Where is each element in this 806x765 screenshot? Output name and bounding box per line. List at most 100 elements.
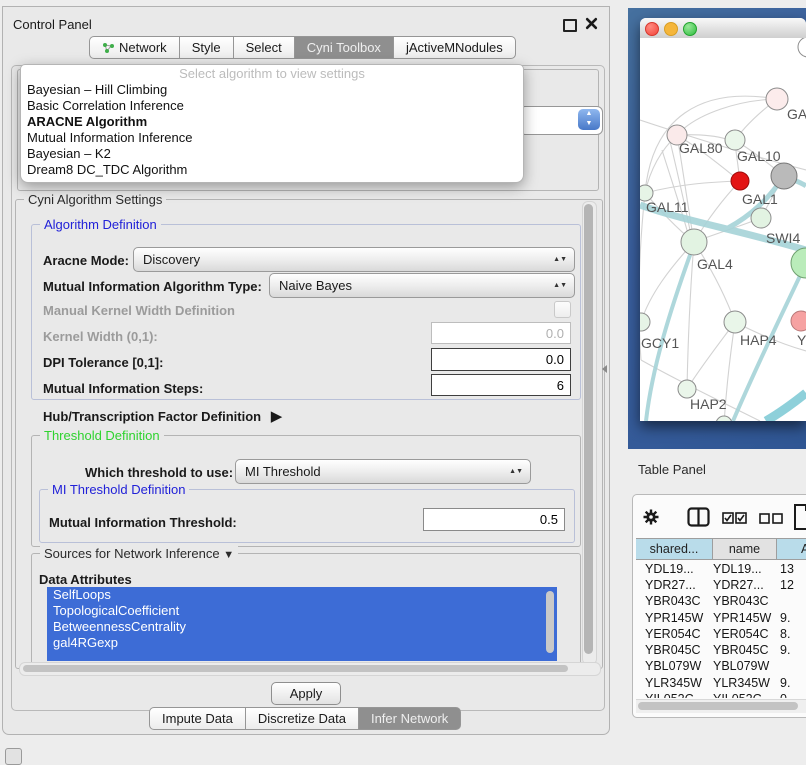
settings-group-title: Cyni Algorithm Settings	[24, 192, 166, 207]
dpi-tolerance-label: DPI Tolerance [0,1]:	[43, 355, 163, 370]
column-header-name[interactable]: name	[713, 538, 777, 560]
node-label: GAL	[787, 106, 806, 122]
panel-splitter-handle[interactable]	[602, 365, 607, 373]
attribute-item[interactable]: SelfLoops	[47, 587, 557, 603]
minimize-traffic-light[interactable]	[664, 22, 678, 36]
settings-vscrollbar[interactable]	[582, 201, 597, 665]
expand-right-icon: ▶	[271, 408, 283, 425]
close-icon[interactable]	[585, 17, 598, 30]
attribute-item[interactable]: BetweennessCentrality	[47, 619, 557, 635]
mi-steps-field[interactable]	[431, 374, 571, 396]
collapse-down-icon: ▼	[223, 549, 234, 561]
node-gal[interactable]	[766, 88, 788, 110]
tab-network[interactable]: Network	[89, 36, 180, 59]
node-gray[interactable]	[771, 163, 797, 189]
node-label: HAP2	[690, 396, 727, 412]
cell-name: YER054C	[713, 627, 777, 641]
node-label: GAL80	[679, 140, 723, 156]
mi-threshold-group-title: MI Threshold Definition	[48, 482, 189, 497]
cell-value: 9.	[780, 611, 806, 625]
collapsed-panel-icon[interactable]	[5, 748, 22, 765]
mi-type-label: Mutual Information Algorithm Type:	[43, 279, 262, 294]
node-salmon[interactable]	[791, 311, 806, 331]
mi-type-combobox[interactable]: Naive Bayes ▲▼	[269, 273, 575, 298]
tab-cyni-toolbox-label: Cyni Toolbox	[307, 40, 381, 55]
column-header-partial[interactable]: A	[777, 538, 806, 560]
node-gcy1[interactable]	[640, 313, 650, 331]
column-header-shared-name[interactable]: shared...	[636, 538, 713, 560]
cell-name: YIL052C	[713, 692, 777, 698]
algorithm-definition-title: Algorithm Definition	[40, 217, 161, 232]
cell-name: YBL079W	[713, 659, 777, 673]
cell-shared-name: YBR045C	[645, 643, 711, 657]
node-hap4[interactable]	[724, 311, 746, 333]
tab-jactivemnodules[interactable]: jActiveMNodules	[394, 36, 516, 59]
aracne-mode-combobox[interactable]: Discovery ▲▼	[133, 247, 575, 272]
node-label: GAL1	[742, 191, 778, 207]
settings-hscrollbar-thumb[interactable]	[23, 665, 568, 672]
node-unlabeled[interactable]	[798, 38, 806, 57]
hub-definition-label: Hub/Transcription Factor Definition	[43, 409, 261, 424]
columns-icon[interactable]	[687, 507, 710, 527]
control-panel-title: Control Panel	[13, 17, 92, 32]
attribute-item[interactable]: gal4RGexp	[47, 635, 557, 651]
dpi-tolerance-field[interactable]	[431, 348, 571, 371]
popup-item[interactable]: Bayesian – K2	[21, 146, 523, 162]
cell-shared-name: YBL079W	[645, 659, 711, 673]
tab-style-label: Style	[192, 40, 221, 55]
table-hscrollbar[interactable]	[636, 699, 806, 713]
gear-icon[interactable]	[643, 509, 659, 525]
popup-item[interactable]: Bayesian – Hill Climbing	[21, 82, 523, 98]
which-threshold-label: Which threshold to use:	[85, 465, 233, 480]
popup-item-selected[interactable]: ARACNE Algorithm	[21, 114, 523, 130]
node-gal1[interactable]	[751, 208, 771, 228]
popup-item[interactable]: Dream8 DC_TDC Algorithm	[21, 162, 523, 178]
popup-item[interactable]: Mutual Information Inference	[21, 130, 523, 146]
tab-network-label: Network	[119, 40, 167, 55]
threshold-definition-title: Threshold Definition	[40, 428, 164, 443]
attribute-item[interactable]: TopologicalCoefficient	[47, 603, 557, 619]
node-label: Y	[797, 332, 806, 348]
tab-infer-network[interactable]: Infer Network	[359, 707, 461, 730]
tab-impute-data[interactable]: Impute Data	[149, 707, 246, 730]
select-all-checkboxes-icon[interactable]	[722, 512, 747, 526]
mi-threshold-field[interactable]	[423, 508, 565, 531]
node-red[interactable]	[731, 172, 749, 190]
network-window-titlebar[interactable]	[640, 18, 806, 39]
mi-threshold-label: Mutual Information Threshold:	[49, 515, 237, 530]
cell-shared-name: YDL19...	[645, 562, 711, 576]
cell-name: YDR27...	[713, 578, 777, 592]
document-icon[interactable]	[793, 503, 806, 531]
apply-button[interactable]: Apply	[271, 682, 341, 705]
mi-steps-label: Mutual Information Steps:	[43, 381, 203, 396]
cell-name: YDL19...	[713, 562, 777, 576]
node-label: GAL11	[646, 199, 689, 215]
tab-impute-data-label: Impute Data	[162, 711, 233, 726]
algorithm-selector-combobox[interactable]: ▲▼	[519, 106, 603, 135]
combobox-arrows-icon: ▲▼	[578, 109, 600, 130]
which-threshold-combobox[interactable]: MI Threshold ▲▼	[235, 459, 531, 484]
settings-vscrollbar-thumb[interactable]	[584, 204, 593, 654]
node-gal4[interactable]	[681, 229, 707, 255]
popup-item[interactable]: Basic Correlation Inference	[21, 98, 523, 114]
tab-style[interactable]: Style	[180, 36, 234, 59]
hub-definition-toggle[interactable]: Hub/Transcription Factor Definition ▶	[43, 407, 282, 425]
tab-discretize-data[interactable]: Discretize Data	[246, 707, 359, 730]
node-gal10[interactable]	[725, 130, 745, 150]
attribute-item[interactable]	[47, 651, 557, 661]
settings-hscrollbar[interactable]	[19, 662, 601, 676]
close-traffic-light[interactable]	[645, 22, 659, 36]
tab-cyni-toolbox[interactable]: Cyni Toolbox	[295, 36, 394, 59]
deselect-all-checkboxes-icon[interactable]	[759, 513, 783, 525]
node-partial-bottom[interactable]	[716, 416, 732, 421]
sources-group-title[interactable]: Sources for Network Inference ▼	[40, 546, 238, 561]
combobox-arrows-icon: ▲▼	[553, 283, 567, 288]
network-window: GAL GAL80 GAL10 GAL1 GAL11 SWI4 GAL4 GCY…	[640, 18, 806, 421]
zoom-traffic-light[interactable]	[683, 22, 697, 36]
node-bright-green[interactable]	[791, 248, 806, 278]
list-vscrollbar-thumb[interactable]	[546, 591, 554, 653]
table-hscrollbar-thumb[interactable]	[638, 702, 798, 710]
float-window-icon[interactable]	[563, 19, 577, 32]
network-canvas[interactable]: GAL GAL80 GAL10 GAL1 GAL11 SWI4 GAL4 GCY…	[640, 38, 806, 421]
tab-select[interactable]: Select	[234, 36, 295, 59]
